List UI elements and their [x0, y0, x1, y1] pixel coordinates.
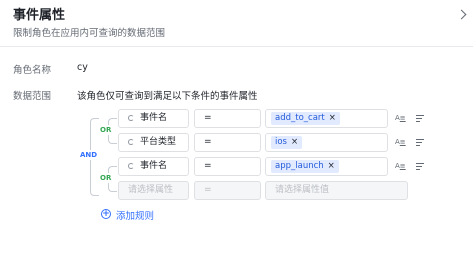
- operator-select-empty[interactable]: =: [194, 181, 261, 200]
- property-select-label: 事件名: [140, 113, 168, 123]
- value-select-empty[interactable]: 请选择属性值: [265, 181, 408, 200]
- value-select[interactable]: ios ×: [265, 133, 388, 152]
- value-select[interactable]: app_launch ×: [265, 157, 388, 176]
- operator-select[interactable]: =: [194, 109, 261, 128]
- property-select-label: 事件名: [140, 161, 168, 171]
- value-placeholder: 请选择属性值: [275, 185, 330, 195]
- plus-circle-icon: +: [101, 209, 111, 219]
- operator-select[interactable]: =: [194, 133, 261, 152]
- chevron-right-icon[interactable]: [456, 9, 467, 20]
- role-name-label: 角色名称: [13, 65, 52, 76]
- panel-title: 事件属性: [13, 8, 66, 23]
- panel-header: 事件属性 限制角色在应用内可查询的数据范围: [0, 0, 473, 47]
- text-format-icon[interactable]: A≡: [395, 163, 406, 170]
- property-placeholder: 请选择属性: [128, 185, 174, 195]
- value-select[interactable]: add_to_cart ×: [265, 109, 388, 128]
- property-select[interactable]: 平台类型: [118, 133, 189, 152]
- operator-select[interactable]: =: [194, 157, 261, 176]
- filter-lines-icon[interactable]: [416, 114, 424, 122]
- panel-subtitle: 限制角色在应用内可查询的数据范围: [13, 28, 166, 39]
- operator-label: =: [204, 113, 212, 123]
- operator-label: =: [204, 137, 212, 147]
- close-icon[interactable]: ×: [291, 137, 298, 147]
- operator-label: =: [204, 161, 212, 171]
- and-operator-toggle[interactable]: AND: [78, 150, 100, 160]
- value-tag-label: add_to_cart: [275, 113, 325, 123]
- value-tag-label: app_launch: [275, 161, 324, 171]
- data-scope-label: 数据范围: [13, 91, 52, 102]
- close-icon[interactable]: ×: [329, 113, 336, 123]
- property-type-icon: [128, 139, 134, 145]
- role-name-value: cy: [77, 62, 88, 73]
- or-operator-toggle[interactable]: OR: [98, 125, 114, 135]
- value-tag-label: ios: [275, 137, 287, 147]
- property-select-empty[interactable]: 请选择属性: [118, 181, 189, 200]
- text-format-icon[interactable]: A≡: [395, 115, 406, 122]
- property-select[interactable]: 事件名: [118, 109, 189, 128]
- property-type-icon: [128, 115, 134, 121]
- property-select-label: 平台类型: [140, 137, 177, 147]
- value-tag: app_launch ×: [271, 160, 339, 173]
- add-rule-label: 添加规则: [116, 211, 155, 222]
- text-format-icon[interactable]: A≡: [395, 139, 406, 146]
- operator-label: =: [204, 185, 212, 195]
- data-scope-description: 该角色仅可查询到满足以下条件的事件属性: [77, 91, 258, 102]
- value-tag: add_to_cart ×: [271, 112, 340, 125]
- filter-lines-icon[interactable]: [416, 138, 424, 146]
- value-tag: ios ×: [271, 136, 303, 149]
- or-operator-toggle[interactable]: OR: [98, 173, 114, 183]
- property-type-icon: [128, 163, 134, 169]
- property-select[interactable]: 事件名: [118, 157, 189, 176]
- close-icon[interactable]: ×: [328, 161, 335, 171]
- filter-lines-icon[interactable]: [416, 162, 424, 170]
